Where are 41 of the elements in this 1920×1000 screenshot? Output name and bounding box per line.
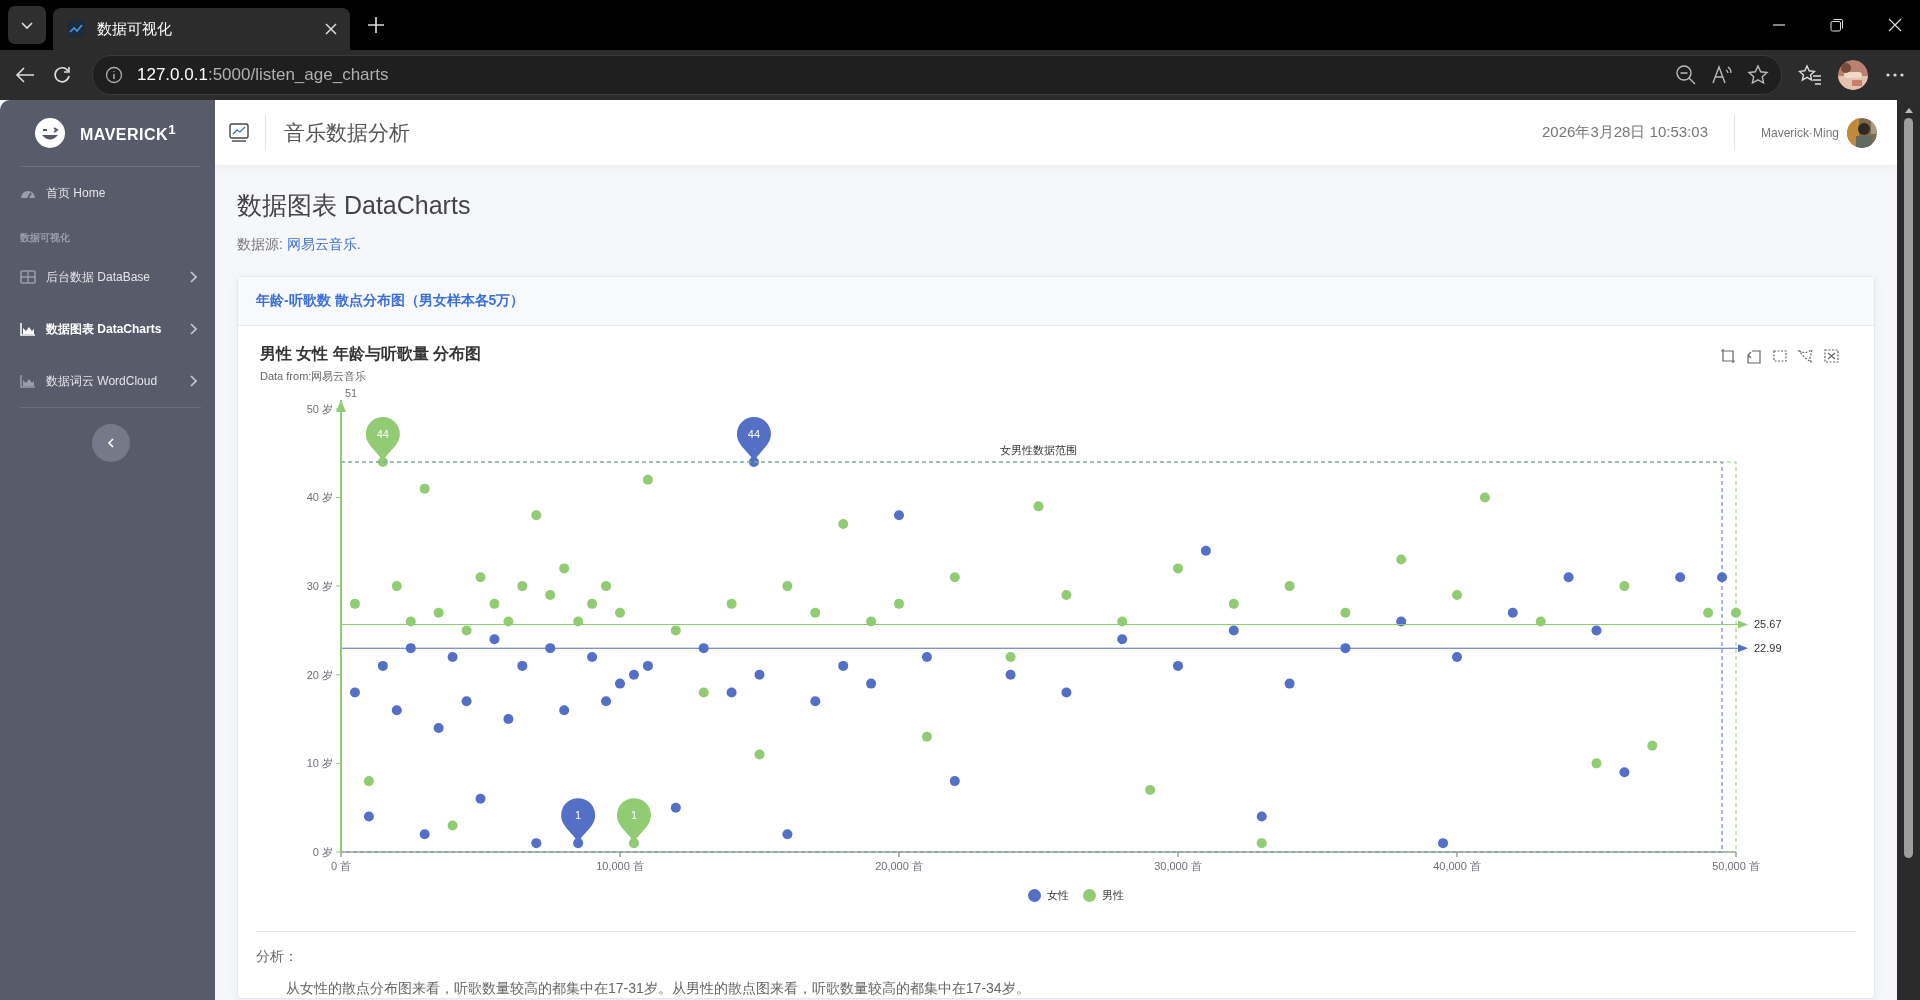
sidebar-item[interactable]: 首页 Home [20, 167, 201, 219]
chart-title: 男性 女性 年龄与听歌量 分布图 [260, 344, 482, 364]
axis-label: 10,000 首 [596, 860, 644, 872]
axis-label: 20,000 首 [875, 860, 923, 872]
axis-label: 40,000 首 [1433, 860, 1481, 872]
address-bar[interactable]: 127.0.0.1:5000/listen_age_charts [92, 55, 1782, 95]
legend-label[interactable]: 男性 [1102, 888, 1124, 903]
date-time: 2026年3月28日 10:53:03 [1542, 123, 1708, 142]
axis-label: 30 岁 [306, 580, 333, 593]
sidebar-item[interactable]: 数据图表 DataCharts [20, 303, 201, 355]
pin-label: 1 [575, 809, 582, 822]
pin-label: 44 [747, 428, 761, 441]
browser-tab[interactable]: 数据可视化 [53, 8, 350, 50]
sidebar-item[interactable]: 后台数据 DataBase [20, 251, 201, 303]
card-title: 年龄-听歌数 散点分布图（男女样本各5万） [256, 292, 525, 310]
analysis-text: 从女性的散点分布图来看，听歌数量较高的都集中在17-31岁。从男性的散点图来看，听歌数量较高的都集中在17-34岁。 [286, 980, 1031, 998]
source-label: 数据源: [237, 236, 283, 252]
axis-label: 40 岁 [306, 491, 333, 504]
analysis-label: 分析： [256, 948, 299, 966]
average-label: 22.99 [1754, 642, 1782, 655]
axis-max-label: 51 [345, 387, 358, 399]
axis-label: 50,000 首 [1712, 860, 1760, 872]
pin-label: 44 [376, 428, 389, 441]
app-title: 音乐数据分析 [284, 119, 410, 146]
section-heading: 数据可视化 [20, 231, 71, 245]
chart-subtitle: Data from:网易云音乐 [260, 369, 368, 384]
axis-label: 20 岁 [306, 668, 333, 681]
range-label: 女男性数据范围 [1000, 444, 1077, 457]
average-label: 25.67 [1754, 618, 1782, 631]
axis-label: 30,000 首 [1154, 860, 1202, 872]
axis-label: 0 岁 [312, 846, 333, 858]
axis-label: 0 首 [330, 860, 352, 872]
page-title: 数据图表 DataCharts [237, 190, 472, 221]
legend-label[interactable]: 女性 [1047, 888, 1069, 903]
axis-label: 10 岁 [306, 757, 333, 770]
axis-label: 50 岁 [306, 402, 333, 415]
sidebar-item[interactable]: 数据词云 WordCloud [20, 355, 201, 407]
user-name[interactable]: Maverick·Ming [1761, 125, 1839, 140]
source-link[interactable]: 网易云音乐. [286, 236, 361, 252]
pin-label: 1 [630, 809, 637, 822]
brand-name: MAVERICK$^{1}$ [80, 121, 177, 145]
